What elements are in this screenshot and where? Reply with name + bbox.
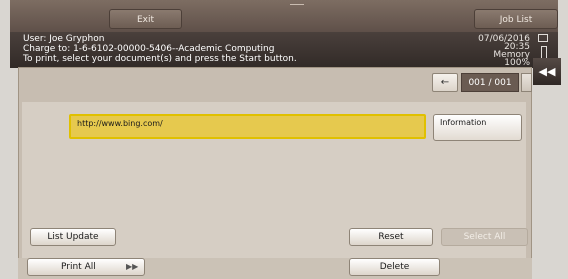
status-area: User: Joe Gryphon Charge to: 1-6-6102-00… xyxy=(10,32,558,68)
prev-page-button[interactable]: ← xyxy=(432,73,458,92)
information-button[interactable]: Information xyxy=(433,114,522,141)
list-item[interactable]: http://www.bing.com/ xyxy=(69,114,426,139)
double-left-arrow-icon[interactable]: ◀◀ xyxy=(533,58,561,85)
next-page-button[interactable] xyxy=(521,73,532,92)
double-right-arrow-icon: ▶▶ xyxy=(126,262,139,271)
page-indicator: 001 / 001 xyxy=(461,73,519,92)
select-all-button[interactable]: Select All xyxy=(441,228,528,246)
job-list-button[interactable]: Job List xyxy=(474,9,558,29)
printer-screen: Exit Job List User: Joe Gryphon Charge t… xyxy=(0,0,568,279)
delete-button[interactable]: Delete xyxy=(349,258,440,276)
reset-button[interactable]: Reset xyxy=(349,228,433,246)
list-update-button[interactable]: List Update xyxy=(30,228,116,246)
instruction-line: To print, select your document(s) and pr… xyxy=(23,54,297,64)
print-all-button[interactable]: Print All ▶▶ xyxy=(27,258,145,276)
indicator-tick xyxy=(290,4,304,8)
exit-button[interactable]: Exit xyxy=(109,9,182,29)
print-all-label: Print All xyxy=(61,262,96,272)
user-line: User: Joe Gryphon xyxy=(23,34,105,44)
envelope-icon xyxy=(538,34,548,42)
document-name: http://www.bing.com/ xyxy=(77,119,163,128)
left-arrow-icon: ← xyxy=(440,77,450,88)
charge-line: Charge to: 1-6-6102-00000-5406--Academic… xyxy=(23,44,275,54)
